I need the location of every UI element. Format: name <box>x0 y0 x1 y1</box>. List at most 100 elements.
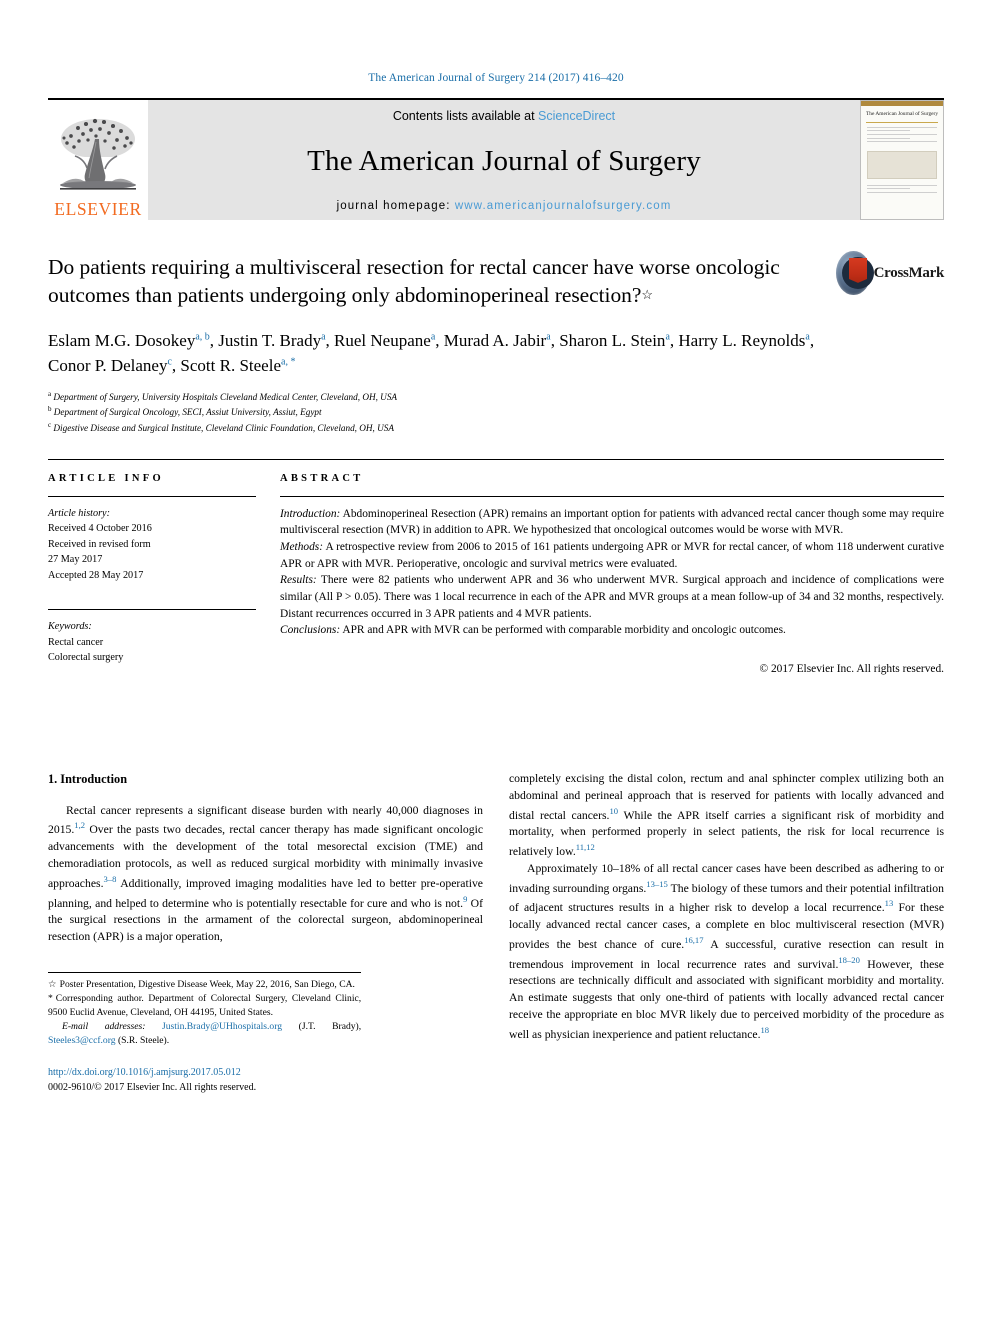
issn-copyright-line: 0002-9610/© 2017 Elsevier Inc. All right… <box>48 1081 257 1093</box>
affiliation-list: a Department of Surgery, University Hosp… <box>48 389 944 435</box>
article-info-heading: ARTICLE INFO <box>48 472 164 484</box>
email-owner: (S.R. Steele). <box>117 1034 170 1046</box>
doi-link[interactable]: http://dx.doi.org/10.1016/j.amjsurg.2017… <box>48 1065 361 1080</box>
cover-title-text: The American Journal of Surgery <box>865 111 939 117</box>
citation-ref[interactable]: 16,17 <box>684 935 703 945</box>
citation-ref[interactable]: 3–8 <box>104 874 117 884</box>
abstract-section: Methods: A retrospective review from 200… <box>280 539 944 572</box>
abstract-section-lead: Methods: <box>280 541 324 554</box>
elsevier-logo: ELSEVIER <box>48 100 148 220</box>
abstract-section-text: A retrospective review from 2006 to 2015… <box>280 541 944 570</box>
author-item: Conor P. Delaneyc <box>48 356 172 375</box>
author-affil-marks: a <box>805 331 810 343</box>
article-info-rule <box>48 495 256 497</box>
footnote-corresponding: * Corresponding author. Department of Col… <box>48 992 361 1020</box>
author-affil-marks: a <box>665 331 670 343</box>
affiliation-text: Digestive Disease and Surgical Institute… <box>53 422 394 433</box>
body-columns: 1. Introduction Rectal cancer represents… <box>48 771 944 1095</box>
info-abstract-block: ARTICLE INFO Article history: Received 4… <box>48 458 944 719</box>
title-footnote-marker: ☆ <box>641 286 653 302</box>
body-paragraph: completely excising the distal colon, re… <box>509 771 944 861</box>
abstract-section: Conclusions: APR and APR with MVR can be… <box>280 622 944 639</box>
journal-masthead: ELSEVIER Contents lists available at Sci… <box>48 98 944 220</box>
author-item: Sharon L. Steina <box>559 331 670 350</box>
keywords-rule <box>48 609 256 611</box>
abstract-section-text: Abdominoperineal Resection (APR) remains… <box>280 507 944 537</box>
citation-ref[interactable]: 13–15 <box>646 879 667 889</box>
article-title-text: Do patients requiring a multivisceral re… <box>48 255 780 307</box>
author-affil-marks: a <box>546 331 551 343</box>
article-history-line: Received in revised form <box>48 538 151 550</box>
body-column-left: 1. Introduction Rectal cancer represents… <box>48 771 483 1095</box>
homepage-url-link[interactable]: www.americanjournalofsurgery.com <box>455 200 672 212</box>
citation-ref[interactable]: 18–20 <box>838 955 859 965</box>
citation-ref[interactable]: 13 <box>885 898 894 908</box>
footnotes-block: ☆ Poster Presentation, Digestive Disease … <box>48 971 362 1095</box>
abstract-copyright: © 2017 Elsevier Inc. All rights reserved… <box>759 662 944 675</box>
article-history: Article history: Received 4 October 2016… <box>48 506 256 584</box>
affiliation-mark: c <box>48 420 52 429</box>
section-heading-introduction: 1. Introduction <box>48 771 128 786</box>
author-item: Harry L. Reynoldsa <box>678 331 809 350</box>
citation-ref[interactable]: 1,2 <box>74 820 85 830</box>
abstract-column: ABSTRACT Introduction: Abdominoperineal … <box>280 473 944 719</box>
author-name: Conor P. Delaney <box>48 356 168 376</box>
affiliation-item: c Digestive Disease and Surgical Institu… <box>48 420 944 435</box>
author-affil-marks: a, b <box>195 331 210 343</box>
citation-ref[interactable]: 10 <box>609 806 618 816</box>
keyword-item: Colorectal surgery <box>48 652 124 664</box>
body-column-right: completely excising the distal colon, re… <box>509 771 944 1095</box>
cover-image-placeholder <box>867 150 937 179</box>
author-name: Eslam M.G. Dosokey <box>48 330 196 350</box>
abstract-section-lead: Results: <box>280 574 317 587</box>
author-name: Sharon L. Stein <box>559 330 666 350</box>
elsevier-wordmark: ELSEVIER <box>54 198 142 219</box>
author-name: Murad A. Jabir <box>443 330 547 350</box>
email-link-steele[interactable]: Steeles3@ccf.org <box>48 1035 116 1046</box>
crossmark-label: CrossMark <box>873 264 945 281</box>
abstract-section-lead: Introduction: <box>280 507 341 520</box>
affiliation-text: Department of Surgical Oncology, SECI, A… <box>53 407 322 418</box>
contents-prefix: Contents lists available at <box>392 109 539 123</box>
abstract-section-text: There were 82 patients who underwent APR… <box>280 574 944 620</box>
body-paragraph: Approximately 10–18% of all rectal cance… <box>509 861 944 1044</box>
author-affil-marks: a, * <box>281 356 296 368</box>
doi-block: http://dx.doi.org/10.1016/j.amjsurg.2017… <box>48 1065 361 1095</box>
affiliation-item: b Department of Surgical Oncology, SECI,… <box>48 404 944 419</box>
abstract-section: Introduction: Abdominoperineal Resection… <box>280 506 944 539</box>
footnote-marker: * <box>48 992 53 1004</box>
abstract-rule <box>280 495 944 497</box>
contents-available-line: Contents lists available at ScienceDirec… <box>393 109 615 123</box>
journal-title: The American Journal of Surgery <box>307 145 701 177</box>
citation-ref[interactable]: 9 <box>463 894 467 904</box>
footnote-text: Poster Presentation, Digestive Disease W… <box>59 978 355 990</box>
keyword-item: Rectal cancer <box>48 636 104 648</box>
journal-article-page: The American Journal of Surgery 214 (201… <box>0 0 992 1323</box>
email-link-brady[interactable]: Justin.Brady@UHhospitals.org <box>162 1021 282 1032</box>
masthead-center-panel: Contents lists available at ScienceDirec… <box>148 100 860 220</box>
cover-placeholder-lines <box>861 125 943 147</box>
crossmark-badge[interactable]: CrossMark <box>836 250 944 296</box>
citation-ref[interactable]: 11,12 <box>576 842 595 852</box>
author-affil-marks: a <box>321 331 326 343</box>
author-affil-marks: c <box>167 356 172 368</box>
affiliation-mark: b <box>48 405 52 414</box>
article-history-line: Accepted 28 May 2017 <box>48 569 144 581</box>
page-title: Do patients requiring a multivisceral re… <box>48 254 818 310</box>
elsevier-tree-icon <box>60 118 136 190</box>
keywords-label: Keywords: <box>48 621 92 633</box>
body-paragraph: Rectal cancer represents a significant d… <box>48 803 483 946</box>
affiliation-text: Department of Surgery, University Hospit… <box>53 391 398 402</box>
citation-ref[interactable]: 18 <box>761 1025 770 1035</box>
sciencedirect-link[interactable]: ScienceDirect <box>538 109 615 123</box>
running-head: The American Journal of Surgery 214 (201… <box>368 72 624 84</box>
affiliation-mark: a <box>48 389 52 398</box>
abstract-section-lead: Conclusions: <box>280 624 341 637</box>
author-item: Ruel Neupanea <box>334 331 435 350</box>
email-owner: (J.T. Brady) <box>298 1020 359 1032</box>
journal-homepage-line: journal homepage: www.americanjournalofs… <box>337 200 672 212</box>
homepage-prefix: journal homepage: <box>336 200 455 212</box>
article-history-label: Article history: <box>48 507 110 519</box>
author-name: Harry L. Reynolds <box>678 330 806 350</box>
author-item: Murad A. Jabira <box>444 331 551 350</box>
